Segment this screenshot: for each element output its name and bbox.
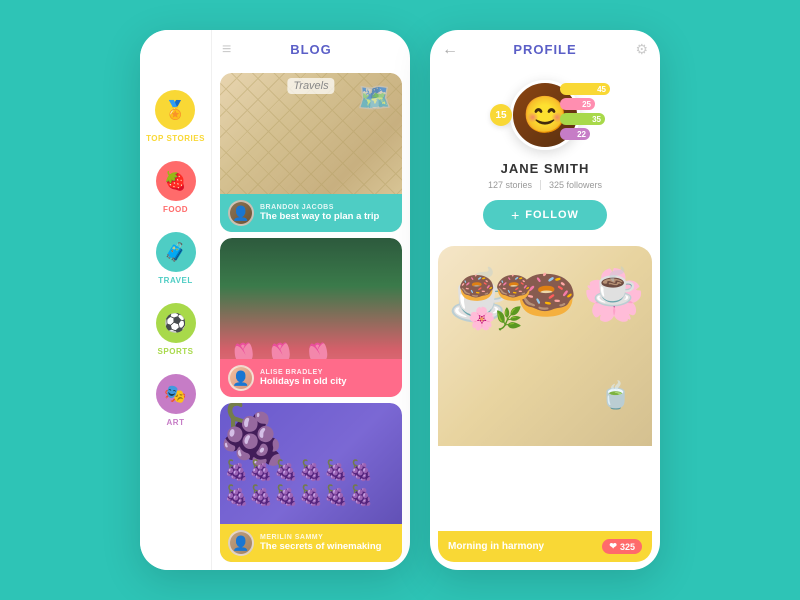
story-card-3[interactable]: 🍇🍇🍇🍇🍇🍇🍇🍇🍇🍇🍇🍇 👤 MERILIN SAMMY The secrets…: [220, 403, 402, 562]
card-avatar-2: 👤: [228, 365, 254, 391]
followers-count: 325 followers: [549, 180, 602, 190]
stat-bars: 45 25 35 22: [560, 83, 610, 140]
likes-badge: ❤ 325: [602, 539, 642, 554]
blog-sidebar: 🏅 TOP STORIES 🍓 FOOD 🧳 TRAVEL ⚽ SPORTS 🎭…: [140, 30, 212, 570]
top-stories-label: TOP STORIES: [146, 134, 205, 143]
stories-count: 127 stories: [488, 180, 532, 190]
profile-phone: ← PROFILE ⚙ 15 😊 45 25 35 22 JANE SMITH …: [430, 30, 660, 570]
post-image: ☕ 🍩🍩 🌸🌿 🍵: [438, 246, 652, 446]
back-button[interactable]: ←: [442, 41, 458, 59]
card-author-1: BRANDON JACOBS: [260, 204, 394, 211]
card-title-2: Holidays in old city: [260, 376, 394, 387]
story-card-2[interactable]: 🌷🌷🌷 👤 ALISE BRADLEY Holidays in old city: [220, 238, 402, 397]
phones-container: 🏅 TOP STORIES 🍓 FOOD 🧳 TRAVEL ⚽ SPORTS 🎭…: [140, 30, 660, 570]
card-avatar-1: 👤: [228, 200, 254, 226]
stat-bar-1: 45: [560, 83, 610, 95]
post-card[interactable]: ☕ 🍩🍩 🌸🌿 🍵 Morning in harmony ❤ 325: [438, 246, 652, 562]
profile-name: JANE SMITH: [501, 161, 590, 176]
card-text-3: MERILIN SAMMY The secrets of winemaking: [260, 534, 394, 552]
level-badge: 15: [490, 104, 512, 126]
food-icon: 🍓: [156, 161, 196, 201]
profile-header: ← PROFILE ⚙: [430, 30, 660, 69]
story-cards: 🗺️ Travels 👤 BRANDON JACOBS The best way…: [212, 69, 410, 570]
heart-icon: ❤: [609, 541, 617, 552]
food-label: FOOD: [163, 205, 188, 214]
blog-title: BLOG: [290, 42, 332, 57]
profile-stats-row: 127 stories 325 followers: [488, 180, 602, 190]
profile-avatar-section: 15 😊 45 25 35 22 JANE SMITH 127 stories …: [430, 69, 660, 238]
card-author-2: ALISE BRADLEY: [260, 369, 394, 376]
card-avatar-3: 👤: [228, 530, 254, 556]
stat-bar-2: 25: [560, 98, 595, 110]
sports-icon: ⚽: [156, 303, 196, 343]
card-title-1: The best way to plan a trip: [260, 211, 394, 222]
blog-phone: 🏅 TOP STORIES 🍓 FOOD 🧳 TRAVEL ⚽ SPORTS 🎭…: [140, 30, 410, 570]
sidebar-item-travel[interactable]: 🧳 TRAVEL: [156, 232, 196, 285]
card-text-1: BRANDON JACOBS The best way to plan a tr…: [260, 204, 394, 222]
blog-content: ≡ BLOG 🗺️ Travels 👤 BRANDON JACOBS: [212, 30, 410, 570]
travel-label: TRAVEL: [158, 276, 192, 285]
gear-icon[interactable]: ⚙: [635, 41, 648, 58]
story-card-1[interactable]: 🗺️ Travels 👤 BRANDON JACOBS The best way…: [220, 73, 402, 232]
art-label: ART: [167, 418, 185, 427]
card-text-2: ALISE BRADLEY Holidays in old city: [260, 369, 394, 387]
card-author-3: MERILIN SAMMY: [260, 534, 394, 541]
blog-header: ≡ BLOG: [212, 30, 410, 69]
post-overlay: Morning in harmony ❤ 325: [438, 531, 652, 562]
sidebar-item-food[interactable]: 🍓 FOOD: [156, 161, 196, 214]
stats-separator: [540, 180, 541, 190]
menu-icon[interactable]: ≡: [222, 41, 231, 59]
post-title: Morning in harmony: [448, 541, 544, 552]
art-icon: 🎭: [156, 374, 196, 414]
card-title-3: The secrets of winemaking: [260, 541, 394, 552]
sidebar-item-top-stories[interactable]: 🏅 TOP STORIES: [146, 90, 205, 143]
travel-icon: 🧳: [156, 232, 196, 272]
likes-count: 325: [620, 542, 635, 552]
stat-bar-4: 22: [560, 128, 590, 140]
sidebar-item-sports[interactable]: ⚽ SPORTS: [156, 303, 196, 356]
card-overlay-1: 👤 BRANDON JACOBS The best way to plan a …: [220, 194, 402, 232]
card-overlay-2: 👤 ALISE BRADLEY Holidays in old city: [220, 359, 402, 397]
sports-label: SPORTS: [158, 347, 194, 356]
profile-title: PROFILE: [513, 42, 576, 57]
follow-label: FOLLOW: [525, 209, 579, 221]
follow-plus-icon: +: [511, 207, 520, 223]
stat-bar-3: 35: [560, 113, 605, 125]
follow-button[interactable]: + FOLLOW: [483, 200, 607, 230]
card-overlay-3: 👤 MERILIN SAMMY The secrets of winemakin…: [220, 524, 402, 562]
sidebar-item-art[interactable]: 🎭 ART: [156, 374, 196, 427]
avatar-with-stats: 15 😊 45 25 35 22: [485, 75, 605, 155]
top-stories-icon: 🏅: [155, 90, 195, 130]
